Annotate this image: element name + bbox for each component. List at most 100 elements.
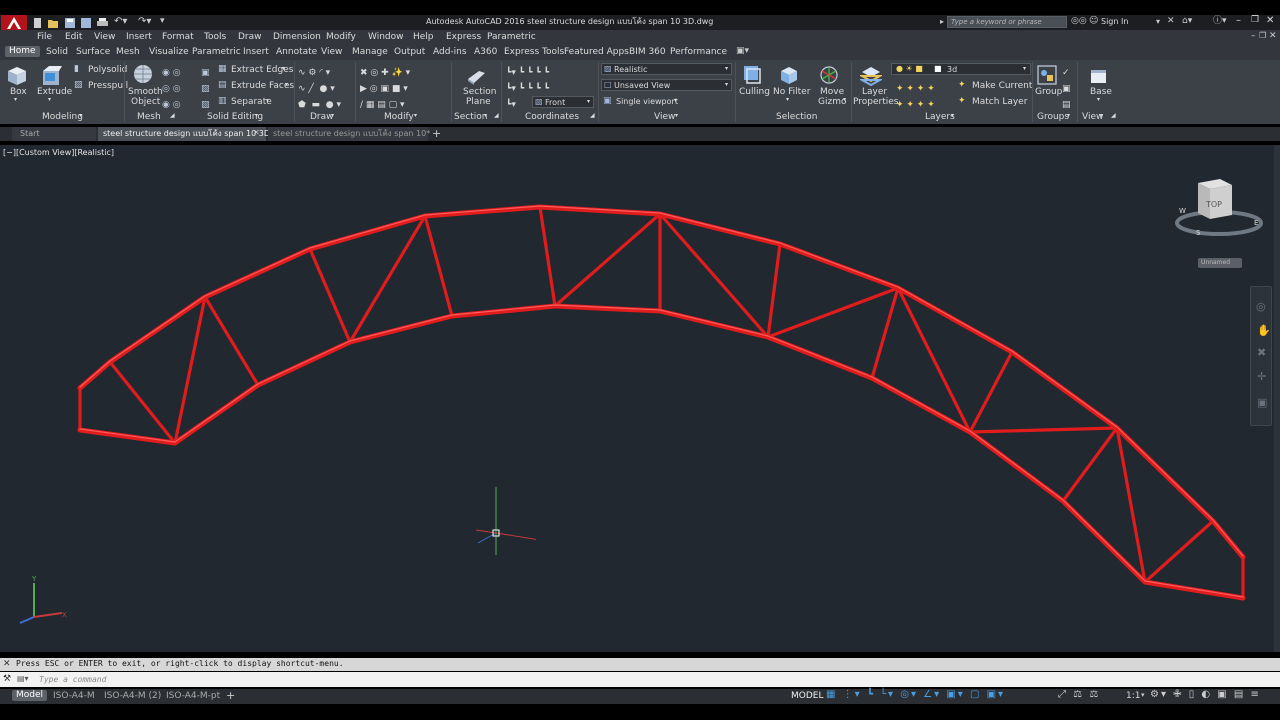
showmotion-icon[interactable]: ▣: [1257, 397, 1267, 408]
search-input[interactable]: Type a keyword or phrase: [947, 16, 1067, 28]
solid-editing-icons[interactable]: ▣ ▨ ▧: [201, 65, 210, 113]
box-icon[interactable]: [6, 64, 28, 86]
help-icon[interactable]: ⓘ▾: [1213, 17, 1227, 26]
extrude-button[interactable]: Extrude: [37, 88, 72, 97]
tab-view[interactable]: View: [321, 48, 342, 57]
status-tools-icons-2[interactable]: ⤢ ⚖ ⚖: [1058, 690, 1100, 700]
file-tab-2[interactable]: steel structure design แบบโค้ง span 10*: [268, 127, 430, 141]
truss-web-member[interactable]: [538, 205, 557, 308]
steering-wheel-icon[interactable]: ◎: [1256, 301, 1266, 312]
section-plane-button-line2[interactable]: Plane: [466, 98, 491, 107]
modify-tools-icons[interactable]: ✖ ◎ ✚ ✨ ▾ ▶ ◎ ▣ ■ ▾ ∕ ▦ ▤ ▢ ▾: [360, 65, 410, 113]
match-layer-icon[interactable]: ✦: [958, 97, 966, 106]
truss-web-member[interactable]: [968, 426, 1119, 434]
layer-properties-icon[interactable]: [860, 64, 882, 86]
file-tab-active[interactable]: steel structure design แบบโค้ง span 10 3…: [98, 127, 274, 141]
layer-dropdown[interactable]: ● ☀ ■ ■ 3d ▾: [891, 63, 1031, 75]
presspull-button[interactable]: Presspull: [88, 82, 128, 91]
visual-style-dropdown[interactable]: ▨ Realistic ▾: [601, 63, 732, 75]
panel-section[interactable]: Section: [454, 113, 487, 122]
pan-icon[interactable]: ✋: [1257, 325, 1271, 336]
orbit-icon[interactable]: ✛: [1257, 371, 1266, 382]
group-icon[interactable]: [1036, 64, 1058, 86]
file-tab-start[interactable]: Start: [12, 127, 96, 141]
layout-tab-iso-a4-m[interactable]: ISO-A4-M: [53, 692, 95, 701]
restore-window-icon[interactable]: ❐: [1251, 16, 1259, 25]
tab-express-tools[interactable]: Express Tools: [504, 48, 564, 57]
redo-icon[interactable]: ↷▾: [138, 17, 151, 27]
compass-w[interactable]: W: [1179, 207, 1186, 215]
minimize-window-icon[interactable]: –: [1236, 16, 1241, 26]
command-line[interactable]: ⚒ ▤▾ Type a command: [0, 672, 1280, 687]
make-current-icon[interactable]: ✦: [958, 81, 966, 90]
annotation-scale-dropdown-icon[interactable]: ▾: [1141, 692, 1145, 699]
move-gizmo-button-line1[interactable]: Move: [820, 88, 844, 97]
truss-web-member[interactable]: [423, 214, 454, 318]
tab-solid[interactable]: Solid: [46, 48, 68, 57]
menu-tools[interactable]: Tools: [204, 33, 226, 42]
exchange-apps-icon[interactable]: ✕: [1167, 17, 1175, 26]
drawing-viewport[interactable]: [−][Custom View][Realistic] Y X TOP W S …: [0, 145, 1280, 652]
ribbon-minimize-icon[interactable]: ▣▾: [736, 47, 749, 56]
extrude-icon[interactable]: [40, 63, 62, 86]
command-recent-icon[interactable]: ▤▾: [17, 675, 29, 683]
polysolid-icon[interactable]: ▮: [74, 65, 79, 74]
truss-web-member[interactable]: [658, 212, 770, 339]
panel-view[interactable]: View: [654, 113, 675, 122]
tab-manage[interactable]: Manage: [352, 48, 388, 57]
quick-access-new-icon[interactable]: [33, 18, 42, 28]
navigation-bar[interactable]: ◎ ✋ ✖ ✛ ▣: [1250, 286, 1272, 426]
command-input[interactable]: Type a command: [39, 676, 106, 684]
menu-parametric[interactable]: Parametric: [487, 33, 536, 42]
close-window-icon[interactable]: ✕: [1266, 16, 1274, 26]
smooth-object-icon[interactable]: [132, 63, 154, 85]
tab-surface[interactable]: Surface: [76, 48, 110, 57]
doc-restore-icon[interactable]: ❐: [1259, 32, 1266, 40]
culling-icon[interactable]: [742, 64, 762, 85]
quick-access-plot-icon[interactable]: [97, 18, 108, 28]
presspull-icon[interactable]: ▨: [74, 81, 83, 90]
command-customize-icon[interactable]: ⚒: [3, 675, 11, 684]
no-filter-button[interactable]: No Filter: [773, 88, 810, 97]
truss-web-member[interactable]: [173, 295, 207, 445]
user-icon[interactable]: ☺: [1089, 17, 1098, 26]
layout-tab-iso-a4-m-pt[interactable]: ISO-A4-M-pt: [166, 692, 220, 701]
quick-access-open-icon[interactable]: [48, 18, 59, 28]
viewcube[interactable]: TOP W S E: [1172, 171, 1272, 241]
search-binoculars-icon[interactable]: ◎◎: [1071, 17, 1087, 26]
smooth-object-button-line2[interactable]: Object: [131, 98, 160, 107]
smooth-object-button-line1[interactable]: Smooth: [128, 88, 163, 97]
make-current-button[interactable]: Make Current: [972, 82, 1032, 91]
tab-parametric[interactable]: Parametric: [192, 48, 241, 57]
base-button[interactable]: Base: [1090, 88, 1112, 97]
menu-view[interactable]: View: [94, 33, 115, 42]
layer-properties-button-line1[interactable]: Layer: [862, 88, 887, 97]
separate-icon[interactable]: ▥: [218, 97, 227, 106]
group-button[interactable]: Group: [1035, 88, 1062, 97]
menu-format[interactable]: Format: [162, 33, 194, 42]
tab-mesh[interactable]: Mesh: [116, 48, 140, 57]
command-close-icon[interactable]: ✕: [3, 660, 11, 669]
add-layout-icon[interactable]: +: [226, 690, 235, 701]
draw-tools-icons[interactable]: ∿ ⚙ ◜ ▾ ∿ ╱ ● ▾ ⬟ ▬ ● ▾: [298, 65, 341, 113]
tab-output[interactable]: Output: [394, 48, 425, 57]
search-expand-icon[interactable]: ▸: [940, 18, 944, 26]
truss-web-member[interactable]: [308, 247, 352, 344]
section-plane-button-line1[interactable]: Section: [463, 88, 496, 97]
model-space-button[interactable]: MODEL: [791, 692, 823, 701]
menu-help[interactable]: Help: [413, 33, 434, 42]
single-viewport-button[interactable]: Single viewport: [616, 98, 678, 106]
compass-e[interactable]: E: [1254, 219, 1258, 227]
doc-minimize-icon[interactable]: –: [1251, 32, 1256, 41]
panel-modeling[interactable]: Modeling: [42, 113, 83, 122]
truss-web-member[interactable]: [553, 212, 662, 308]
truss-web-member[interactable]: [766, 286, 900, 339]
match-layer-button[interactable]: Match Layer: [972, 98, 1027, 107]
panel-draw[interactable]: Draw: [310, 113, 334, 122]
viewport-vertical-scrollbar[interactable]: [1274, 145, 1280, 652]
menu-file[interactable]: File: [37, 33, 52, 42]
status-tools-icons[interactable]: ▦ ⋮▾ ┗ └▾ ◎▾ ∠▾ ▣▾ ▢ ▣▾: [826, 690, 1005, 700]
menu-express[interactable]: Express: [446, 33, 481, 42]
culling-button[interactable]: Culling: [739, 88, 770, 97]
tab-featured-apps[interactable]: Featured Apps: [564, 48, 629, 57]
